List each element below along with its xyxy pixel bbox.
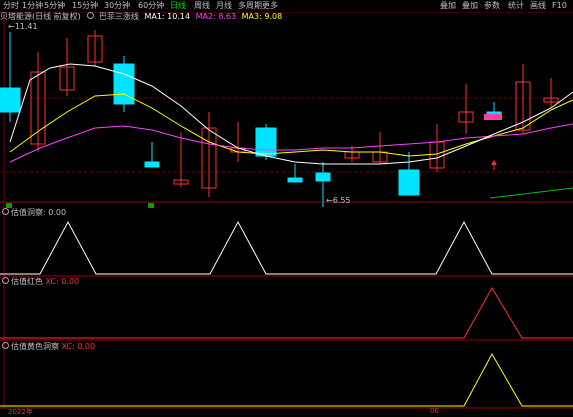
stock-title: 贝塔能源(日线 前复权) — [0, 12, 81, 21]
sub-panel-1-name: 估值洞察 — [11, 208, 43, 217]
candle-body — [484, 114, 502, 120]
period-tab-8[interactable]: 月线 — [216, 1, 232, 11]
ma3-line — [9, 93, 573, 157]
candle — [458, 84, 474, 134]
toolbar-button-5[interactable]: F10 — [552, 1, 567, 11]
candle — [173, 132, 189, 187]
gear-icon[interactable] — [2, 277, 9, 284]
candle — [87, 30, 103, 67]
candle — [30, 52, 46, 152]
ma2-line — [9, 123, 573, 163]
ma1-label: MA1: 10.14 — [144, 12, 191, 21]
signal-marker — [148, 203, 154, 208]
candle-body — [255, 127, 277, 157]
sub-panel-2-value: XC: 0.00 — [45, 277, 80, 286]
candle — [287, 164, 303, 183]
period-tab-5[interactable]: 60分钟 — [138, 1, 164, 11]
main-title-row: 贝塔能源(日线 前复权) 巴菲三涨线 MA1: 10.14 MA2: 8.63 … — [0, 12, 282, 22]
candle-body — [287, 177, 303, 183]
toolbar-button-3[interactable]: 统计 — [508, 1, 524, 11]
candle — [0, 32, 21, 122]
sub-panel-3-header: 估值黄色洞察 XC: 0.00 — [2, 342, 95, 352]
period-tab-4[interactable]: 30分钟 — [104, 1, 130, 11]
period-tab-0[interactable]: 分时 — [3, 1, 19, 11]
sub-panel-2-header: 估值红色 XC: 0.00 — [2, 277, 79, 287]
up-arrow-icon — [491, 160, 497, 165]
toolbar-button-0[interactable]: 叠加 — [440, 1, 456, 11]
period-tab-9[interactable]: 多周期 — [238, 1, 262, 11]
candle — [113, 56, 135, 112]
low-price-label: ←6.55 — [326, 196, 351, 205]
low-price-value: 6.55 — [332, 196, 351, 205]
candle — [429, 124, 445, 172]
sub-panel-3-name: 估值黄色洞察 — [11, 342, 59, 351]
high-price-value: 11.41 — [14, 22, 38, 31]
candle — [59, 38, 75, 96]
period-tab-2[interactable]: 5分钟 — [44, 1, 65, 11]
sub3-line — [0, 352, 573, 407]
axis-date-mid: 06 — [430, 407, 439, 415]
candle — [201, 112, 217, 197]
period-tab-10[interactable]: 更多 — [262, 1, 278, 11]
sub-panel-3-value: XC: 0.00 — [61, 342, 96, 351]
candle-body — [144, 161, 160, 168]
period-tab-6[interactable]: 日线 — [170, 1, 186, 11]
period-tab-7[interactable]: 周线 — [194, 1, 210, 11]
candle — [255, 124, 277, 160]
sub2-line — [0, 287, 573, 339]
toolbar-button-4[interactable]: 画线 — [530, 1, 546, 11]
gear-icon[interactable] — [87, 12, 95, 19]
candle-body — [315, 172, 331, 182]
sub1-line — [0, 220, 573, 275]
candle-body — [398, 169, 420, 196]
high-price-label: ←11.41 — [8, 22, 38, 31]
indicator-name: 巴菲三涨线 — [98, 12, 139, 21]
candle — [543, 78, 559, 108]
trend-line — [489, 187, 573, 199]
candle — [398, 152, 420, 196]
candle — [230, 122, 246, 162]
toolbar-button-1[interactable]: 叠加 — [462, 1, 478, 11]
candle-body — [0, 87, 21, 113]
gear-icon[interactable] — [2, 342, 9, 349]
sub-panel-1-header: 估值洞察: 0.00 — [2, 208, 66, 218]
candle — [144, 142, 160, 168]
ma3-label: MA3: 9.08 — [241, 12, 283, 21]
candle — [372, 132, 388, 164]
period-tab-3[interactable]: 15分钟 — [72, 1, 98, 11]
sub-panel-1-value: : 0.00 — [43, 208, 67, 217]
kline-chart — [0, 12, 573, 409]
sub-panel-2-name: 估值红色 — [11, 277, 43, 286]
ma2-label: MA2: 8.63 — [195, 12, 237, 21]
gear-icon[interactable] — [2, 208, 9, 215]
period-tab-1[interactable]: 1分钟 — [22, 1, 43, 11]
toolbar-button-2[interactable]: 参数 — [484, 1, 500, 11]
